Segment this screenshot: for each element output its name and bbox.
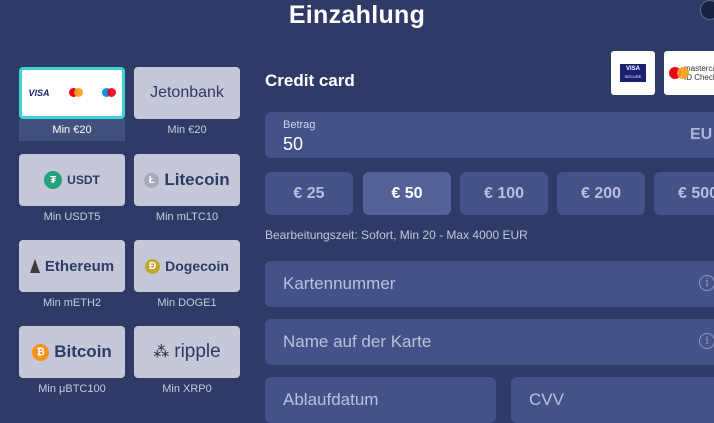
- method-label: USDT: [67, 173, 100, 187]
- method-label: Ethereum: [44, 257, 115, 275]
- visa-secure-badge: VISA SECURE: [611, 51, 655, 95]
- method-bitcoin[interactable]: ₿ Bitcoin Min μBTC100: [19, 326, 125, 400]
- preset-50-button[interactable]: € 50: [363, 172, 451, 215]
- method-min: Min USDT5: [43, 211, 101, 223]
- preset-500-button[interactable]: € 500: [654, 172, 714, 215]
- card-number-field[interactable]: Kartennummer i: [265, 261, 714, 307]
- mastercard-icon: [68, 88, 83, 98]
- method-card[interactable]: VISA Min €20: [19, 67, 125, 141]
- method-litecoin[interactable]: Ł Litecoin Min mLTC10: [134, 154, 240, 228]
- method-min: Min €20: [19, 119, 125, 141]
- method-label: Litecoin: [164, 170, 230, 189]
- preset-25-button[interactable]: € 25: [265, 172, 353, 215]
- dogecoin-icon: Ð: [145, 258, 161, 274]
- method-min: Min DOGE1: [157, 297, 217, 309]
- method-label: Bitcoin: [54, 342, 112, 361]
- ripple-icon: ⁂: [153, 344, 170, 361]
- info-icon[interactable]: i: [699, 333, 714, 349]
- ethereum-icon: [29, 259, 40, 273]
- expiry-field[interactable]: Ablaufdatum: [265, 377, 496, 423]
- method-jetonbank[interactable]: Jetonbank Min €20: [134, 67, 240, 141]
- litecoin-icon: Ł: [144, 172, 160, 188]
- method-label: Jetonbank: [134, 67, 240, 119]
- method-min: Min mLTC10: [155, 211, 219, 223]
- section-title: Credit card: [265, 71, 355, 90]
- method-min: Min €20: [167, 124, 207, 136]
- preset-100-button[interactable]: € 100: [460, 172, 548, 215]
- bitcoin-icon: ₿: [32, 343, 50, 361]
- method-label: Dogecoin: [165, 258, 229, 274]
- preset-200-button[interactable]: € 200: [557, 172, 645, 215]
- visa-icon: VISA: [28, 88, 50, 98]
- method-min: Min μBTC100: [38, 383, 106, 395]
- method-min: Min XRP0: [162, 383, 212, 395]
- amount-value: 50: [283, 134, 304, 154]
- method-dogecoin[interactable]: Ð Dogecoin Min DOGE1: [134, 240, 240, 314]
- card-number-placeholder: Kartennummer: [283, 274, 396, 293]
- close-icon[interactable]: [700, 0, 714, 20]
- processing-info: Bearbeitungszeit: Sofort, Min 20 - Max 4…: [265, 228, 528, 242]
- card-logos: VISA: [19, 67, 125, 119]
- card-name-placeholder: Name auf der Karte: [283, 332, 432, 351]
- method-usdt[interactable]: ₮ USDT Min USDT5: [19, 154, 125, 228]
- maestro-icon: [101, 88, 116, 98]
- method-ripple[interactable]: ⁂ ripple Min XRP0: [134, 326, 240, 400]
- page-title: Einzahlung: [288, 1, 426, 29]
- card-name-field[interactable]: Name auf der Karte i: [265, 319, 714, 365]
- mastercard-idcheck-badge: mastercard ID Check: [664, 51, 714, 95]
- tether-icon: ₮: [44, 171, 63, 189]
- method-ethereum[interactable]: Ethereum Min mETH2: [19, 240, 125, 314]
- method-label: ripple: [174, 341, 221, 362]
- method-min: Min mETH2: [42, 297, 102, 309]
- amount-input[interactable]: Betrag 50 EU: [265, 112, 714, 158]
- amount-label: Betrag: [283, 119, 316, 131]
- cvv-field[interactable]: CVV: [511, 377, 714, 423]
- info-icon[interactable]: i: [699, 275, 714, 291]
- amount-currency: EU: [690, 126, 713, 143]
